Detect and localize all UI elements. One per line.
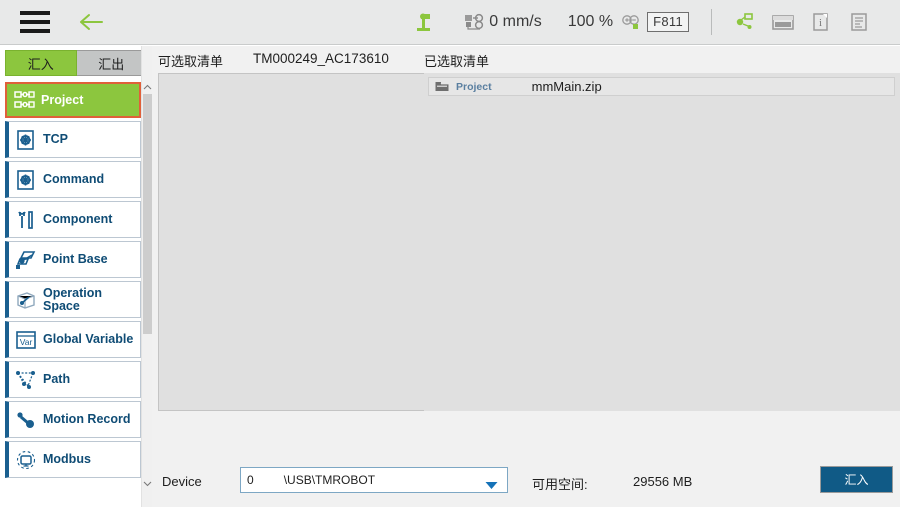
motion-record-icon <box>9 409 43 431</box>
sidebar-item-path[interactable]: Path <box>5 361 141 398</box>
import-button[interactable]: 汇入 <box>820 466 893 493</box>
back-arrow-icon[interactable] <box>78 11 104 33</box>
top-toolbar: 0 mm/s 100 % F811 i <box>0 0 900 45</box>
speed-value: 0 mm/s <box>489 13 542 30</box>
sidebar-item-point-base[interactable]: Point Base <box>5 241 141 278</box>
folder-icon <box>435 81 449 92</box>
selected-files-panel[interactable]: Project mmMain.zip <box>424 73 900 411</box>
sidebar-item-label: Path <box>43 372 71 386</box>
sidebar-item-label: Operation Space <box>43 285 103 313</box>
keyboard-icon[interactable] <box>764 7 802 37</box>
percent-value: 100 % <box>567 13 614 30</box>
sidebar-item-label: Modbus <box>43 452 91 466</box>
available-space-value: 29556 MB <box>633 474 693 489</box>
operation-space-icon <box>9 289 43 311</box>
file-type-label: Project <box>456 80 492 93</box>
source-name-label: TM000249_AC173610 <box>253 51 389 66</box>
available-space-label: 可用空间: <box>532 477 588 492</box>
sidebar-scrollbar[interactable] <box>141 46 153 507</box>
sidebar-item-label: Component <box>43 212 113 226</box>
wrench-tools-icon <box>9 209 43 231</box>
robot-arm-icon[interactable] <box>412 0 434 45</box>
svg-text:i: i <box>819 17 822 29</box>
svg-text:Var: Var <box>20 337 33 347</box>
tab-export-label: 汇出 <box>98 56 125 72</box>
speed-indicator[interactable]: 0 mm/s <box>464 0 542 45</box>
available-list-title: 可选取清单 <box>158 54 224 69</box>
tab-export[interactable]: 汇出 <box>76 50 147 76</box>
available-files-panel[interactable] <box>158 73 430 411</box>
info-icon[interactable]: i <box>802 7 840 37</box>
device-path: \USB\TMROBOT <box>283 473 376 487</box>
sidebar-item-label: TCP <box>43 132 68 146</box>
main-content: 可选取清单 TM000249_AC173610 已选取清单 Project mm… <box>152 46 900 507</box>
hamburger-menu-icon[interactable] <box>20 11 50 33</box>
sidebar-item-operation-space[interactable]: Operation Space <box>5 281 141 318</box>
sidebar-item-label: Command <box>43 172 105 186</box>
variable-icon: Var <box>9 330 43 350</box>
left-sidebar: 汇入 汇出 Project TCP Command Component Poin… <box>0 46 152 507</box>
tab-import-label: 汇入 <box>27 56 54 72</box>
sidebar-item-component[interactable]: Component <box>5 201 141 238</box>
device-index: 0 <box>247 473 254 487</box>
import-button-label: 汇入 <box>844 473 869 487</box>
list-item[interactable]: Project mmMain.zip <box>428 77 895 96</box>
project-node-icon <box>7 90 41 110</box>
tab-import[interactable]: 汇入 <box>5 50 77 76</box>
sidebar-item-project[interactable]: Project <box>5 82 141 118</box>
bottom-bar: Device 0 \USB\TMROBOT 可用空间: 29556 MB 汇入 <box>152 456 900 507</box>
log-list-icon[interactable] <box>840 7 878 37</box>
path-nodes-icon <box>9 369 43 391</box>
chevron-down-icon[interactable] <box>485 477 498 495</box>
sidebar-item-tcp[interactable]: TCP <box>5 121 141 158</box>
selected-list-title: 已选取清单 <box>424 54 490 69</box>
speed-gauge-icon <box>464 12 484 32</box>
device-select[interactable]: 0 \USB\TMROBOT <box>240 467 508 493</box>
function-key-badge[interactable]: F811 <box>647 12 689 32</box>
modbus-icon <box>9 449 43 471</box>
toolbar-divider <box>711 9 712 35</box>
sidebar-item-global-variable[interactable]: Var Global Variable <box>5 321 141 358</box>
sidebar-item-label: Motion Record <box>43 412 131 426</box>
sidebar-item-modbus[interactable]: Modbus <box>5 441 141 478</box>
file-name-label: mmMain.zip <box>531 79 602 94</box>
application-window: 0 mm/s 100 % F811 i 汇入 汇出 Project TCP Co… <box>0 0 900 507</box>
gear-document-icon <box>9 129 43 151</box>
panel-headers: 可选取清单 TM000249_AC173610 已选取清单 <box>152 46 900 70</box>
network-node-icon[interactable] <box>726 7 764 37</box>
sidebar-item-label: Global Variable <box>43 332 134 346</box>
gear-document-icon <box>9 169 43 191</box>
zoom-in-out-icon[interactable] <box>621 14 641 30</box>
sidebar-item-label: Point Base <box>43 252 108 266</box>
point-base-icon <box>9 249 43 271</box>
device-label: Device <box>162 474 202 489</box>
sidebar-tabs: 汇入 汇出 <box>5 50 147 76</box>
sidebar-item-label: Project <box>41 92 84 107</box>
sidebar-nav-list: Project TCP Command Component Point Base… <box>0 80 152 507</box>
sidebar-item-motion-record[interactable]: Motion Record <box>5 401 141 438</box>
sidebar-item-command[interactable]: Command <box>5 161 141 198</box>
speed-percent-group[interactable]: 100 % F811 <box>568 0 689 45</box>
